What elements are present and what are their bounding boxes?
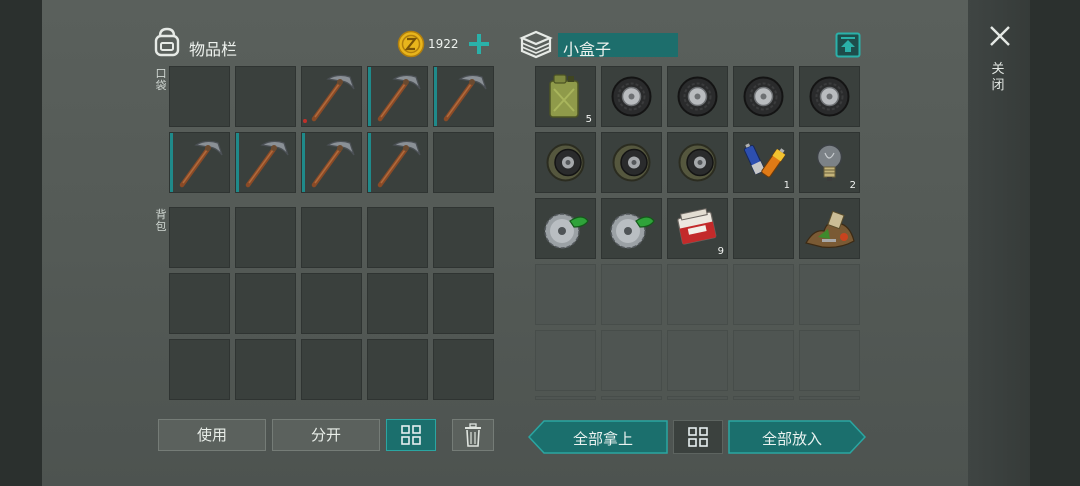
pocket-slot[interactable] <box>235 66 296 127</box>
take-all-button[interactable]: 全部拿上 <box>528 420 668 454</box>
close-label[interactable]: 关闭 <box>990 62 1006 94</box>
trash-icon <box>465 423 481 447</box>
container-name-field[interactable]: 小盒子 <box>558 33 678 59</box>
container-slot[interactable] <box>667 132 728 193</box>
pocket-label: 口袋 <box>155 67 167 92</box>
container-slot[interactable] <box>667 396 728 400</box>
close-icon <box>990 26 1010 46</box>
container-slot[interactable] <box>535 396 596 400</box>
pocket-slot[interactable] <box>433 66 494 127</box>
container-slot[interactable] <box>799 396 860 400</box>
left-edge <box>0 0 42 486</box>
backpack-icon <box>152 26 182 58</box>
backpack-slot[interactable] <box>433 339 494 400</box>
backpack-slot[interactable] <box>169 207 230 268</box>
container-slot[interactable]: 9 <box>667 198 728 259</box>
pocket-slot[interactable] <box>433 132 494 193</box>
container-slot[interactable] <box>601 330 662 391</box>
backpack-slot[interactable] <box>433 207 494 268</box>
container-slot[interactable]: 2 <box>799 132 860 193</box>
inventory-sort-button[interactable] <box>386 419 436 451</box>
put-all-label: 全部放入 <box>761 430 822 448</box>
pocket-slot[interactable] <box>301 132 362 193</box>
pocket-slot[interactable] <box>367 66 428 127</box>
container-slot[interactable]: 1 <box>733 132 794 193</box>
pocket-slot[interactable] <box>367 132 428 193</box>
close-button[interactable] <box>986 22 1014 50</box>
pocket-slot[interactable] <box>301 66 362 127</box>
plus-icon <box>469 34 489 54</box>
container-box-icon <box>519 28 553 60</box>
container-name: 小盒子 <box>563 40 612 59</box>
container-sort-button[interactable] <box>673 420 723 454</box>
item-count: 5 <box>585 114 592 125</box>
grid-icon <box>401 425 421 445</box>
grid-icon <box>688 427 708 447</box>
backpack-slot[interactable] <box>367 207 428 268</box>
trash-button[interactable] <box>452 419 494 451</box>
backpack-label: 背包 <box>155 208 167 233</box>
backpack-slot[interactable] <box>169 339 230 400</box>
container-slot[interactable] <box>733 66 794 127</box>
pocket-slot[interactable] <box>169 66 230 127</box>
container-slot[interactable] <box>733 396 794 400</box>
backpack-slot[interactable] <box>301 339 362 400</box>
item-count: 2 <box>849 180 856 191</box>
upload-icon <box>835 32 861 58</box>
container-slot[interactable] <box>667 66 728 127</box>
item-count: 9 <box>717 246 724 257</box>
coin-icon <box>397 30 425 58</box>
container-slot[interactable] <box>601 132 662 193</box>
container-slot[interactable] <box>667 330 728 391</box>
container-slot[interactable]: 5 <box>535 66 596 127</box>
container-slot[interactable] <box>535 264 596 325</box>
add-coins-button[interactable] <box>466 31 492 57</box>
backpack-slot[interactable] <box>367 339 428 400</box>
pocket-slot[interactable] <box>235 132 296 193</box>
take-all-label: 全部拿上 <box>572 430 633 448</box>
item-count: 1 <box>783 180 790 191</box>
container-slot[interactable] <box>601 264 662 325</box>
coin-count: 1922 <box>428 37 459 51</box>
store-upload-button[interactable] <box>835 32 861 58</box>
container-slot[interactable] <box>535 198 596 259</box>
backpack-slot[interactable] <box>235 339 296 400</box>
pocket-slot[interactable] <box>169 132 230 193</box>
backpack-slot[interactable] <box>367 273 428 334</box>
container-slot[interactable] <box>601 66 662 127</box>
container-slot[interactable] <box>733 198 794 259</box>
container-slot[interactable] <box>799 330 860 391</box>
container-slot[interactable] <box>799 264 860 325</box>
container-slot[interactable] <box>535 132 596 193</box>
backpack-slot[interactable] <box>235 207 296 268</box>
container-slot[interactable] <box>601 396 662 400</box>
container-slot[interactable] <box>799 66 860 127</box>
container-slot[interactable] <box>535 330 596 391</box>
split-button[interactable]: 分开 <box>272 419 380 451</box>
backpack-slot[interactable] <box>169 273 230 334</box>
put-all-button[interactable]: 全部放入 <box>728 420 866 454</box>
backpack-slot[interactable] <box>235 273 296 334</box>
backpack-slot[interactable] <box>301 273 362 334</box>
container-slot[interactable] <box>601 198 662 259</box>
right-edge <box>1030 0 1080 486</box>
container-slot[interactable] <box>799 198 860 259</box>
backpack-slot[interactable] <box>433 273 494 334</box>
use-button[interactable]: 使用 <box>158 419 266 451</box>
container-slot[interactable] <box>667 264 728 325</box>
container-slot[interactable] <box>733 330 794 391</box>
inventory-title: 物品栏 <box>189 40 238 59</box>
container-slot[interactable] <box>733 264 794 325</box>
backpack-slot[interactable] <box>301 207 362 268</box>
